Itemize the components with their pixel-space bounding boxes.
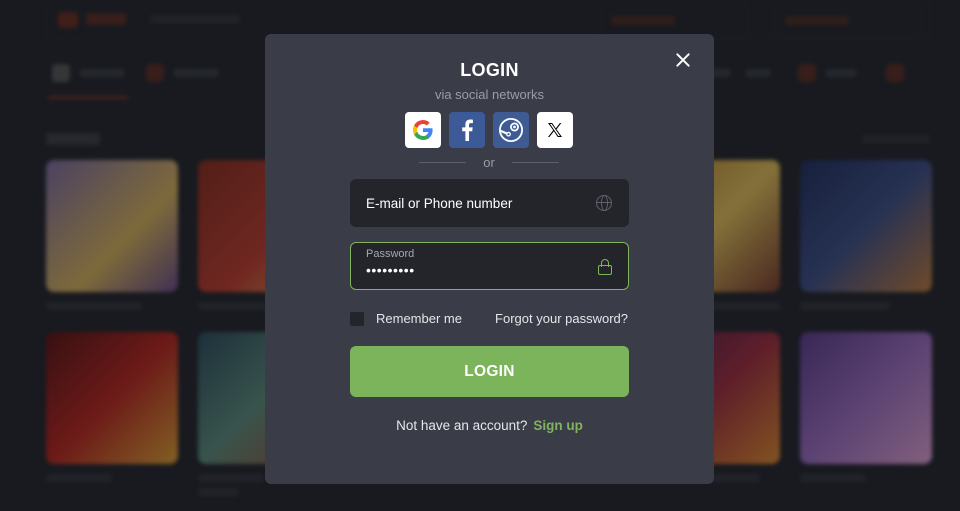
facebook-login-button[interactable] (449, 112, 485, 148)
divider-or: or (483, 155, 495, 170)
globe-icon (596, 195, 612, 211)
password-value: ••••••••• (366, 262, 415, 278)
password-field[interactable]: Password ••••••••• (350, 242, 629, 290)
google-icon (413, 120, 433, 140)
x-icon (548, 123, 562, 137)
login-button[interactable]: LOGIN (350, 346, 629, 397)
signup-link[interactable]: Sign up (533, 418, 583, 433)
facebook-icon (462, 119, 473, 141)
divider-right (512, 162, 559, 163)
email-placeholder: E-mail or Phone number (366, 196, 513, 211)
forgot-password-link[interactable]: Forgot your password? (495, 311, 628, 326)
lock-icon[interactable] (598, 259, 612, 275)
modal-title: LOGIN (460, 60, 519, 80)
password-label: Password (366, 248, 415, 260)
x-login-button[interactable] (537, 112, 573, 148)
remember-me-checkbox[interactable] (350, 312, 364, 326)
google-login-button[interactable] (405, 112, 441, 148)
steam-icon (499, 118, 523, 142)
modal-subtitle: via social networks (434, 87, 545, 102)
steam-login-button[interactable] (493, 112, 529, 148)
no-account-text: Not have an account? (396, 418, 528, 433)
signup-row: Not have an account? Sign up (265, 418, 714, 433)
divider-left (419, 162, 466, 163)
remember-me-label[interactable]: Remember me (376, 311, 462, 326)
email-field[interactable]: E-mail or Phone number (350, 179, 629, 227)
